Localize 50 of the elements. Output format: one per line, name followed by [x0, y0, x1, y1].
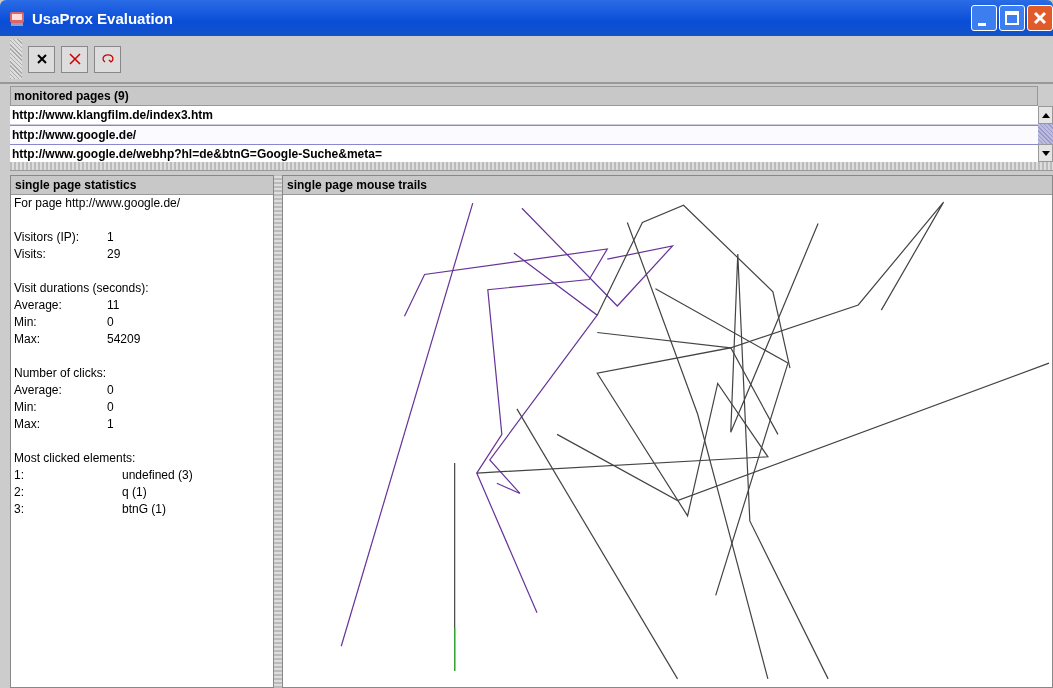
close-icon [1033, 11, 1047, 25]
scroll-down-button[interactable] [1038, 144, 1053, 162]
maximize-button[interactable] [999, 5, 1025, 31]
stat-value: 54209 [107, 331, 141, 348]
close-button[interactable] [28, 45, 55, 73]
stat-label: 1: [14, 467, 25, 484]
cross-icon [67, 52, 82, 66]
panel-header: single page statistics [11, 176, 273, 195]
stat-value: btnG (1) [122, 501, 166, 518]
app-icon [8, 9, 26, 27]
stat-label: Visitors (IP): [14, 229, 81, 246]
scroll-thumb[interactable] [1038, 124, 1053, 144]
stat-label: Min: [14, 399, 38, 416]
section-heading: Most clicked elements: [13, 450, 137, 467]
section-heading: Visit durations (seconds): [13, 280, 150, 297]
toolbar-grip [10, 39, 22, 79]
stat-label: Average: [14, 382, 63, 399]
list-item[interactable]: http://www.klangfilm.de/index3.htm [10, 106, 1038, 125]
stat-label: Max: [14, 416, 41, 433]
down-arrow-icon [1041, 150, 1050, 156]
stat-label: 3: [14, 501, 25, 518]
stat-value: q (1) [122, 484, 147, 501]
stat-value: undefined (3) [122, 467, 193, 484]
up-arrow-icon [1041, 112, 1050, 118]
cross-button[interactable] [61, 45, 88, 73]
close-icon [34, 52, 49, 66]
section-heading: Number of clicks: [13, 365, 108, 382]
stat-value: 0 [107, 399, 114, 416]
stat-label: 2: [14, 484, 25, 501]
page-label: For page http://www.google.de/ [13, 195, 182, 212]
minimize-button[interactable] [971, 5, 997, 31]
stat-label: Min: [14, 314, 38, 331]
minimize-icon [978, 22, 986, 26]
stat-value: 29 [107, 246, 121, 263]
stat-value: 1 [107, 416, 114, 433]
scroll-up-button[interactable] [1038, 106, 1053, 124]
stat-label: Average: [14, 297, 63, 314]
stat-label: Max: [14, 331, 41, 348]
stat-value: 1 [107, 229, 114, 246]
stat-label: Visits: [14, 246, 47, 263]
stat-value: 11 [107, 297, 120, 314]
maximize-icon [1005, 11, 1019, 25]
list-item[interactable]: http://www.google.de/ [10, 125, 1038, 145]
window-title: UsaProx Evaluation [32, 9, 174, 27]
stat-value: 0 [107, 314, 114, 331]
panel-header: single page mouse trails [283, 176, 1052, 195]
scrollbar[interactable] [1038, 106, 1053, 162]
stat-value: 0 [107, 382, 114, 399]
reload-button[interactable] [94, 45, 121, 73]
column-header: monitored pages (9) [10, 86, 1038, 106]
